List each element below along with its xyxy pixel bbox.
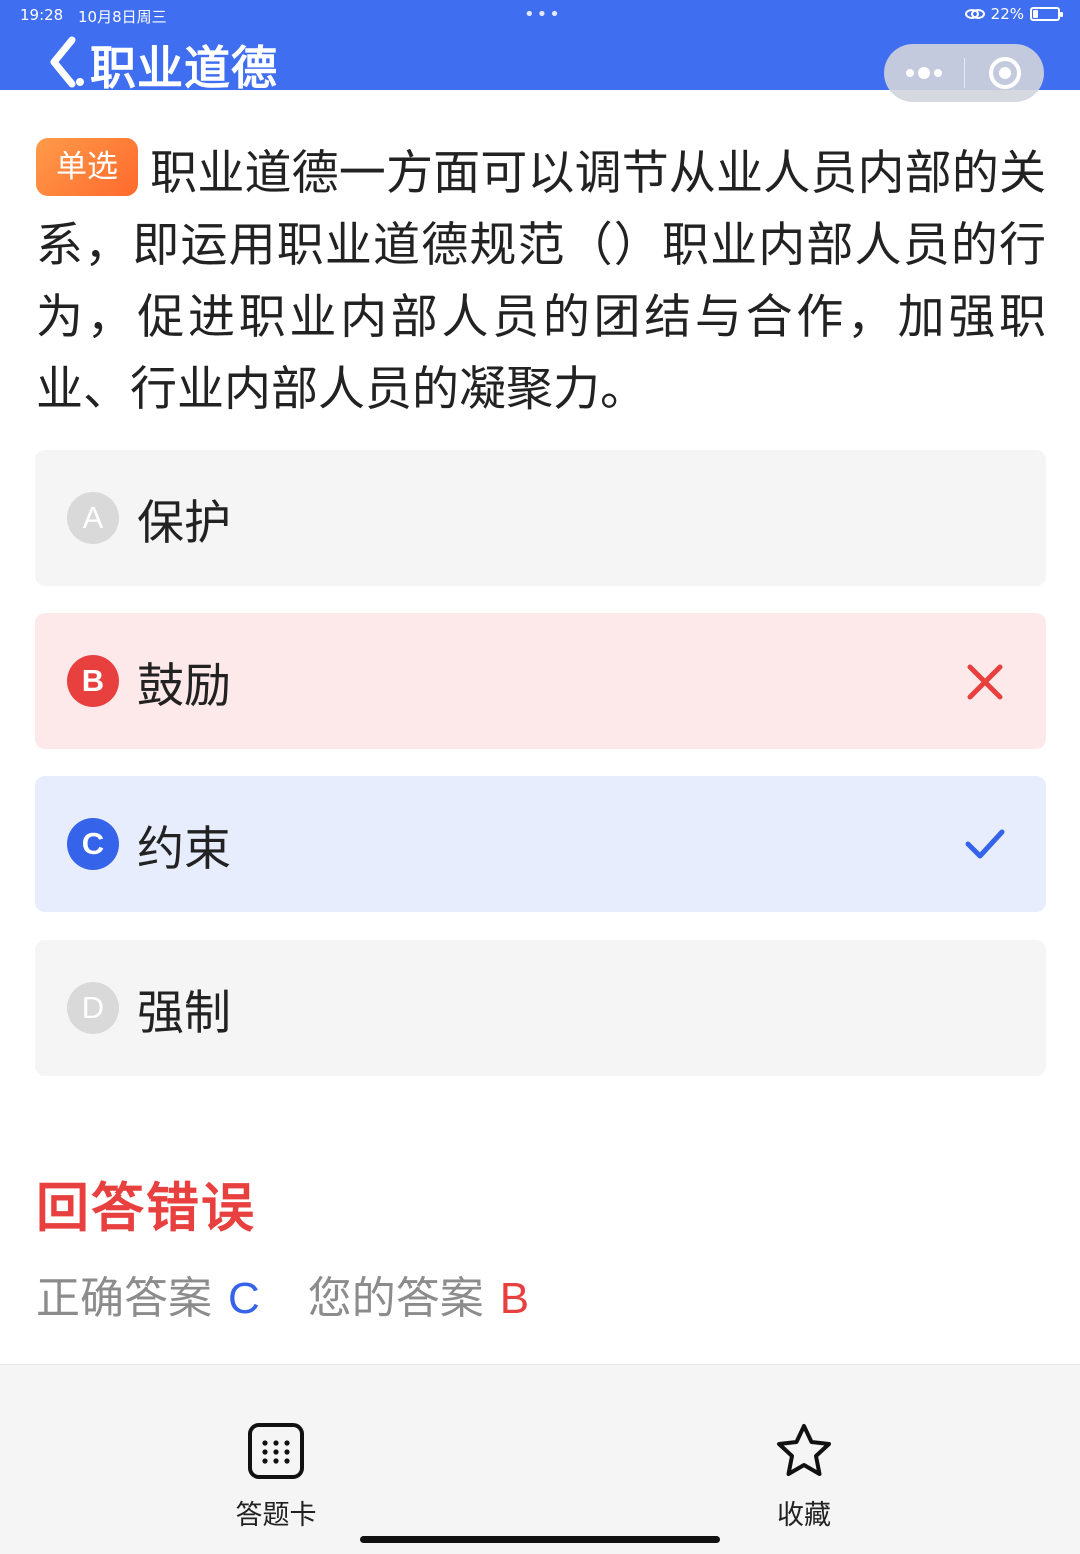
question-text: 职业道德一方面可以调节从业人员内部的关系，即运用职业道德规范（）职业内部人员的行…	[36, 146, 1046, 417]
answer-summary: 正确答案 C 您的答案 B	[36, 1262, 529, 1326]
status-time: 19:28	[20, 6, 64, 24]
option-a[interactable]: A 保护	[35, 450, 1046, 586]
more-button[interactable]	[884, 44, 964, 102]
multitask-dots-icon[interactable]: •••	[524, 4, 562, 25]
option-text: 保护	[137, 495, 231, 551]
check-icon	[965, 829, 1005, 859]
status-date: 10月8日周三	[78, 8, 167, 26]
option-b[interactable]: B 鼓励	[35, 613, 1046, 749]
favorite-label: 收藏	[777, 1500, 831, 1531]
option-text: 鼓励	[137, 658, 231, 714]
option-letter: D	[67, 982, 119, 1034]
app-header: 19:28 10月8日周三 ••• 22% 职业道德	[0, 0, 1080, 102]
home-indicator[interactable]	[360, 1536, 720, 1543]
favorite-button[interactable]: 收藏	[734, 1421, 874, 1532]
option-text: 强制	[137, 985, 231, 1041]
page-title: 职业道德	[90, 41, 278, 95]
answer-card-label: 答题卡	[235, 1500, 317, 1531]
correct-answer-label: 正确答案	[36, 1273, 212, 1324]
option-letter: B	[67, 655, 119, 707]
result-title: 回答错误	[36, 1178, 256, 1239]
more-dots-icon	[906, 67, 942, 79]
option-letter: A	[67, 492, 119, 544]
back-chevron-icon[interactable]	[46, 36, 86, 88]
answer-card-button[interactable]: 答题卡	[206, 1421, 346, 1532]
grid-card-icon	[248, 1423, 304, 1479]
option-d[interactable]: D 强制	[35, 940, 1046, 1076]
question-stem: 单选 职业道德一方面可以调节从业人员内部的关系，即运用职业道德规范（）职业内部人员…	[36, 138, 1046, 426]
bottom-toolbar: 答题卡 收藏	[0, 1364, 1080, 1554]
battery-level	[1033, 10, 1038, 18]
battery-percent: 22%	[990, 5, 1024, 23]
status-right: 22%	[964, 5, 1063, 23]
link-icon	[964, 9, 985, 19]
your-answer-value: B	[499, 1274, 530, 1323]
option-c[interactable]: C 约束	[35, 776, 1046, 912]
option-letter: C	[67, 818, 119, 870]
target-circle-icon	[988, 57, 1021, 89]
option-text: 约束	[137, 821, 231, 877]
correct-answer-value: C	[228, 1274, 260, 1323]
wrong-x-icon	[967, 664, 1003, 700]
close-button[interactable]	[965, 44, 1044, 102]
question-type-badge: 单选	[36, 138, 138, 196]
battery-icon	[1030, 7, 1063, 21]
mini-program-capsule	[884, 44, 1044, 102]
your-answer-label: 您的答案	[307, 1273, 484, 1324]
star-icon	[777, 1424, 831, 1476]
